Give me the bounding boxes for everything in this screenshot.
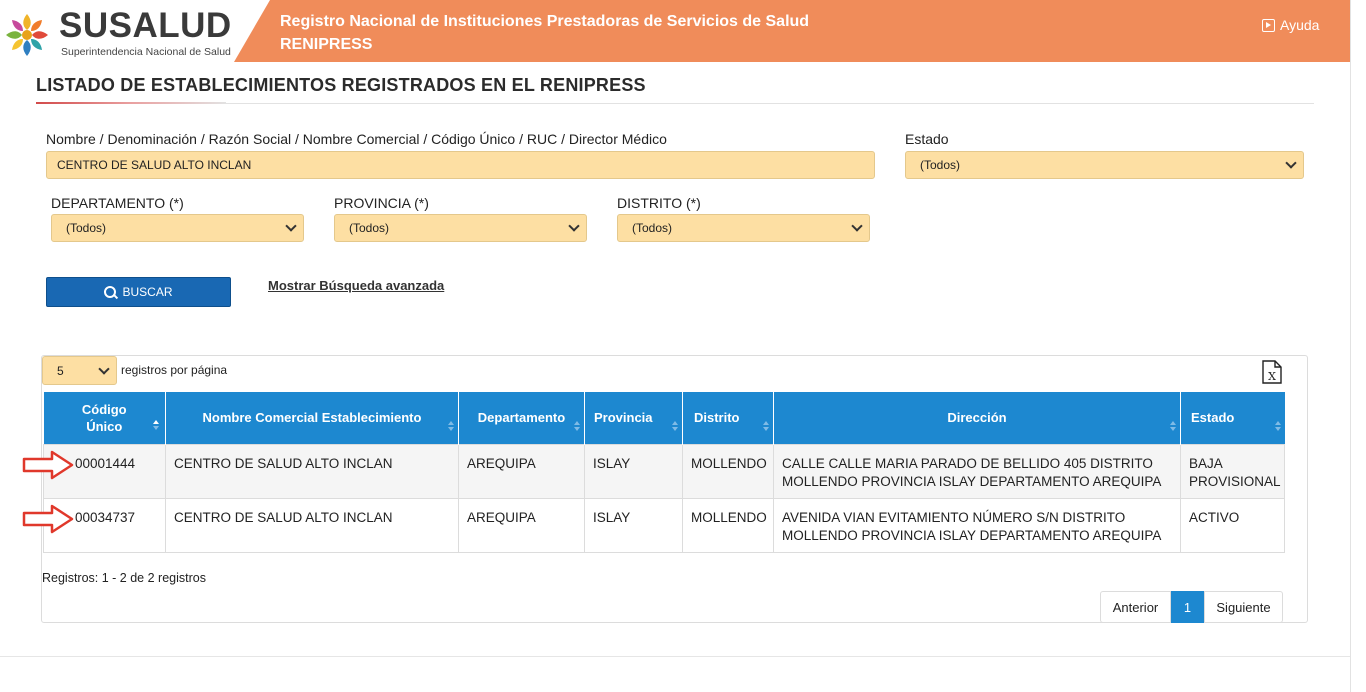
header-title: Registro Nacional de Instituciones Prest… <box>280 10 809 56</box>
column-header-distrito[interactable]: Distrito <box>682 392 774 444</box>
name-input[interactable]: CENTRO DE SALUD ALTO INCLAN <box>46 151 875 179</box>
excel-export-icon[interactable]: X <box>1262 360 1282 384</box>
estado-label: Estado <box>905 131 949 147</box>
pagination-previous[interactable]: Anterior <box>1100 591 1171 623</box>
sort-icon <box>672 421 678 431</box>
cell-nombre: CENTRO DE SALUD ALTO INCLAN <box>165 497 459 553</box>
provincia-select[interactable]: (Todos) <box>334 214 587 242</box>
page-title: LISTADO DE ESTABLECIMIENTOS REGISTRADOS … <box>36 75 646 95</box>
susalud-logo-icon <box>6 14 48 56</box>
pagination-page-current[interactable]: 1 <box>1171 591 1204 623</box>
results-table: Código Único Nombre Comercial Establecim… <box>43 392 1285 553</box>
departamento-select[interactable]: (Todos) <box>51 214 304 242</box>
pagination-next[interactable]: Siguiente <box>1204 591 1283 623</box>
sort-icon <box>574 421 580 431</box>
cell-distrito: MOLLENDO <box>682 443 774 499</box>
provincia-select-value: (Todos) <box>349 221 390 235</box>
cell-departamento: AREQUIPA <box>458 443 585 499</box>
table-row[interactable]: 00001444 CENTRO DE SALUD ALTO INCLAN ARE… <box>43 443 1285 499</box>
advanced-search-link[interactable]: Mostrar Búsqueda avanzada <box>268 278 444 293</box>
name-input-value: CENTRO DE SALUD ALTO INCLAN <box>57 158 252 172</box>
table-row[interactable]: 00034737 CENTRO DE SALUD ALTO INCLAN ARE… <box>43 497 1285 553</box>
chevron-down-icon <box>851 220 863 232</box>
column-header-departamento[interactable]: Departamento <box>458 392 585 444</box>
search-icon <box>104 286 117 298</box>
column-header-codigo[interactable]: Código Único <box>43 392 166 444</box>
records-info: Registros: 1 - 2 de 2 registros <box>42 571 206 585</box>
header-title-line2: RENIPRESS <box>280 36 373 53</box>
brand-subtitle: Superintendencia Nacional de Salud <box>61 46 231 58</box>
column-header-provincia[interactable]: Provincia <box>584 392 683 444</box>
brand-name: SUSALUD <box>59 6 232 45</box>
red-arrow-icon <box>22 450 74 480</box>
cell-departamento: AREQUIPA <box>458 497 585 553</box>
per-page-value: 5 <box>57 363 64 378</box>
svg-text:X: X <box>1268 370 1276 383</box>
name-label: Nombre / Denominación / Razón Social / N… <box>46 131 667 147</box>
estado-select[interactable]: (Todos) <box>905 151 1304 179</box>
chevron-down-icon <box>98 362 110 375</box>
cell-distrito: MOLLENDO <box>682 497 774 553</box>
estado-select-value: (Todos) <box>920 158 961 172</box>
help-label: Ayuda <box>1280 17 1320 33</box>
per-page-select[interactable]: 5 <box>42 356 117 385</box>
right-edge <box>1350 0 1366 692</box>
table-header-row: Código Único Nombre Comercial Establecim… <box>43 392 1285 444</box>
sort-icon <box>763 421 769 431</box>
red-arrow-icon <box>22 504 74 534</box>
cell-direccion: CALLE CALLE MARIA PARADO DE BELLIDO 405 … <box>773 443 1181 499</box>
header-title-line1: Registro Nacional de Instituciones Prest… <box>280 13 810 30</box>
title-divider-accent <box>36 102 226 104</box>
column-header-nombre[interactable]: Nombre Comercial Establecimiento <box>165 392 459 444</box>
per-page-label: registros por página <box>121 363 228 377</box>
departamento-select-value: (Todos) <box>66 221 107 235</box>
sort-icon <box>153 420 159 430</box>
cell-nombre: CENTRO DE SALUD ALTO INCLAN <box>165 443 459 499</box>
cell-provincia: ISLAY <box>584 443 683 499</box>
chevron-down-icon <box>285 220 297 232</box>
chevron-down-icon <box>1285 157 1297 169</box>
provincia-label: PROVINCIA (*) <box>334 195 429 211</box>
search-button[interactable]: BUSCAR <box>46 277 231 307</box>
cell-provincia: ISLAY <box>584 497 683 553</box>
chevron-down-icon <box>568 220 580 232</box>
cell-estado: ACTIVO <box>1180 497 1285 553</box>
pagination: Anterior 1 Siguiente <box>1100 591 1283 623</box>
distrito-label: DISTRITO (*) <box>617 195 701 211</box>
distrito-select[interactable]: (Todos) <box>617 214 870 242</box>
cell-estado: BAJA PROVISIONAL <box>1180 443 1285 499</box>
help-link[interactable]: Ayuda <box>1262 17 1319 33</box>
brand-logo[interactable]: SUSALUD Superintendencia Nacional de Sal… <box>0 0 262 62</box>
cell-direccion: AVENIDA VIAN EVITAMIENTO NÚMERO S/N DIST… <box>773 497 1181 553</box>
departamento-label: DEPARTAMENTO (*) <box>51 195 184 211</box>
search-button-label: BUSCAR <box>122 285 173 299</box>
column-header-estado[interactable]: Estado <box>1180 392 1285 444</box>
sort-icon <box>1274 421 1281 431</box>
title-divider <box>36 103 1314 104</box>
sort-icon <box>1170 421 1176 431</box>
app-header: SUSALUD Superintendencia Nacional de Sal… <box>0 0 1350 62</box>
play-box-icon <box>1262 18 1275 32</box>
distrito-select-value: (Todos) <box>632 221 673 235</box>
column-header-direccion[interactable]: Dirección <box>773 392 1181 444</box>
sort-icon <box>448 421 454 431</box>
